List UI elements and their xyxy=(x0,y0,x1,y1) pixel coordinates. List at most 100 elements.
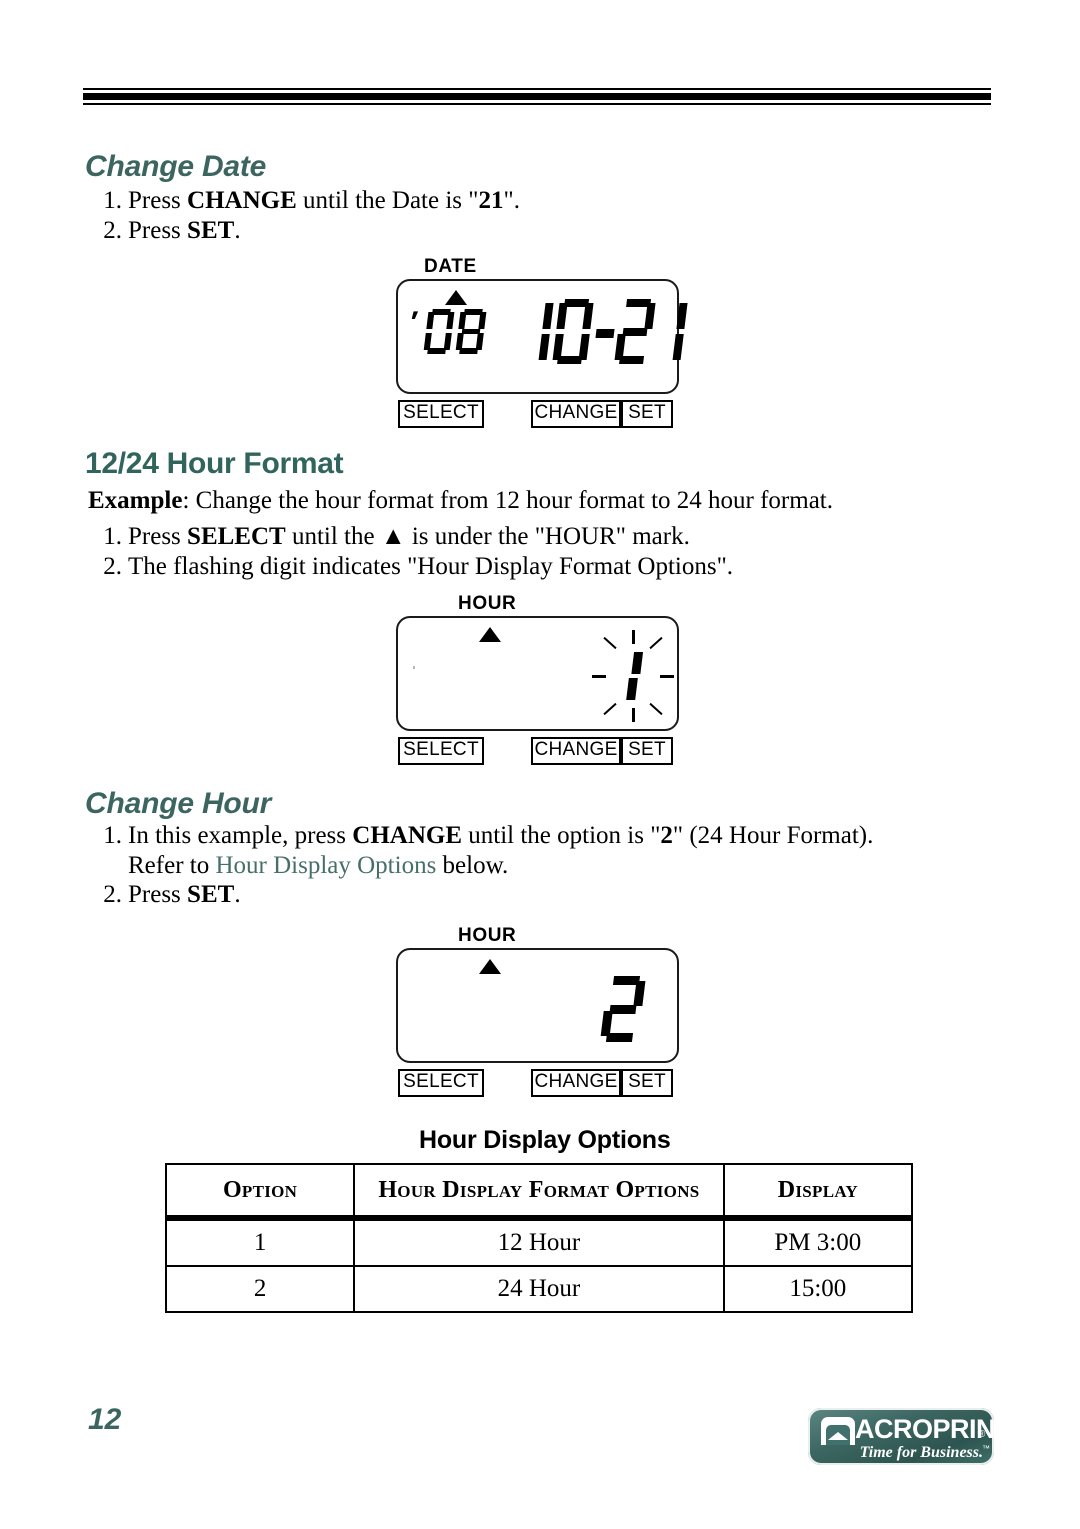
step-hour-format-2: The flashing digit indicates "Hour Displ… xyxy=(128,553,733,581)
step-change-hour-2: Press SET. xyxy=(128,881,241,909)
button-set[interactable]: SET xyxy=(621,400,673,428)
table-cell-option: 2 xyxy=(164,1265,356,1313)
step-text: ". xyxy=(503,187,520,214)
lcd-pointer-triangle xyxy=(445,290,467,305)
hour-display-options-table: Option Hour Display Format Options Displ… xyxy=(164,1163,914,1313)
button-set[interactable]: SET xyxy=(621,737,673,765)
step-change-hour-xref: Refer to Hour Display Options below. xyxy=(128,852,508,880)
heading-hour-format: 12/24 Hour Format xyxy=(85,447,344,480)
step-keyword-change: CHANGE xyxy=(352,822,462,849)
flash-ray-s xyxy=(632,708,635,722)
step-change-date-1: Press CHANGE until the Date is "21". xyxy=(128,187,520,215)
flash-ray-sw xyxy=(603,702,617,716)
table-cell-format: 24 Hour xyxy=(353,1265,725,1313)
table-cell-display: 15:00 xyxy=(722,1265,914,1313)
step-keyword-change: CHANGE xyxy=(187,187,297,214)
logo-mark-icon xyxy=(821,1417,855,1445)
lcd-apostrophe: ′ xyxy=(408,306,420,339)
step-text: Press xyxy=(128,187,188,214)
table-header-display: Display xyxy=(722,1163,914,1221)
button-select[interactable]: SELECT xyxy=(398,737,484,765)
step-text: . xyxy=(234,217,241,244)
step-number: 2. xyxy=(103,217,122,244)
step-value-2: 2 xyxy=(660,822,673,849)
step-change-hour-1: In this example, press CHANGE until the … xyxy=(128,822,873,850)
logo-registered-icon: ® xyxy=(978,1429,986,1440)
lcd-date-digit-0 xyxy=(552,299,594,365)
step-number: 1. xyxy=(103,187,122,214)
lcd-screen-hour-set xyxy=(396,948,679,1063)
header-rule-group xyxy=(83,88,991,105)
example-label: Example xyxy=(88,487,183,514)
step-text: The flashing digit indicates "Hour Displ… xyxy=(128,553,734,580)
table-cell-format: 12 Hour xyxy=(353,1217,725,1267)
paragraph-example: Example: Change the hour format from 12 … xyxy=(88,487,833,515)
table-row: 2 24 Hour 15:00 xyxy=(164,1265,914,1313)
button-select[interactable]: SELECT xyxy=(398,400,484,428)
lcd-small-marker xyxy=(413,666,415,669)
lcd-screen-date: ′ xyxy=(396,279,688,394)
lcd-date-digit-1a xyxy=(512,299,554,365)
step-text: Press xyxy=(128,523,188,550)
lcd-date-separator xyxy=(595,329,615,338)
flash-ray-ne xyxy=(649,636,663,650)
step-change-date-2: Press SET. xyxy=(128,217,241,245)
flash-ray-nw xyxy=(603,636,617,650)
step-text: " (24 Hour Format). xyxy=(672,822,874,849)
xref-hour-display-options[interactable]: Hour Display Options xyxy=(215,852,436,879)
header-rule-middle xyxy=(83,93,991,100)
step-number: 2. xyxy=(103,881,122,908)
example-text: : Change the hour format from 12 hour fo… xyxy=(182,487,833,514)
step-keyword-set: SET xyxy=(187,881,235,908)
step-text: Refer to xyxy=(128,852,216,879)
step-text: until the Date is " xyxy=(296,187,479,214)
flash-ray-se xyxy=(649,702,663,716)
table-header-option: Option xyxy=(164,1163,356,1221)
flash-ray-e xyxy=(660,675,674,678)
table-cell-display: PM 3:00 xyxy=(722,1217,914,1267)
acroprint-logo: ACROPRINT ® Time for Business. ™ xyxy=(808,1408,994,1465)
step-text: below. xyxy=(436,852,509,879)
button-change[interactable]: CHANGE xyxy=(531,737,621,765)
flash-ray-w xyxy=(592,675,606,678)
logo-trademark-icon: ™ xyxy=(982,1444,990,1453)
table-header-row: Option Hour Display Format Options Displ… xyxy=(164,1163,914,1221)
lcd-flashing-digit-group xyxy=(590,630,676,722)
lcd-year-digit-0 xyxy=(423,309,455,354)
step-text: . xyxy=(234,881,241,908)
lcd-hour-digit-2 xyxy=(600,976,646,1042)
table-row: 1 12 Hour PM 3:00 xyxy=(164,1217,914,1267)
heading-change-hour: Change Hour xyxy=(85,787,272,820)
lcd-mark-label-hour: HOUR xyxy=(458,593,517,618)
header-rule-bottom xyxy=(83,103,991,105)
lcd-date-digit-1b xyxy=(646,299,688,365)
table-header-format: Hour Display Format Options xyxy=(353,1163,725,1221)
logo-mark-peak-icon xyxy=(828,1432,848,1440)
lcd-pointer-triangle xyxy=(479,627,501,642)
lcd-mark-label-hour: HOUR xyxy=(458,925,517,950)
logo-tagline: Time for Business. xyxy=(859,1444,983,1461)
step-hour-format-1: Press SELECT until the ▲ is under the "H… xyxy=(128,523,690,551)
logo-wordmark: ACROPRINT xyxy=(855,1414,994,1444)
step-text: Press xyxy=(128,217,188,244)
page-number: 12 xyxy=(88,1403,122,1436)
table-title: Hour Display Options xyxy=(419,1126,671,1154)
step-value-21: 21 xyxy=(478,187,504,214)
flash-ray-n xyxy=(632,630,635,644)
step-text: until the option is " xyxy=(462,822,661,849)
lcd-screen-hour-flashing xyxy=(396,616,679,731)
step-text: In this example, press xyxy=(128,822,353,849)
button-change[interactable]: CHANGE xyxy=(531,1069,621,1097)
button-select[interactable]: SELECT xyxy=(398,1069,484,1097)
lcd-mark-label-date: DATE xyxy=(424,256,477,281)
step-keyword-set: SET xyxy=(187,217,235,244)
step-number: 2. xyxy=(103,553,122,580)
step-keyword-select: SELECT xyxy=(187,523,286,550)
button-change[interactable]: CHANGE xyxy=(531,400,621,428)
button-set[interactable]: SET xyxy=(621,1069,673,1097)
step-text: Press xyxy=(128,881,188,908)
lcd-hour-digit-1 xyxy=(624,652,644,702)
lcd-year-digit-8 xyxy=(455,309,487,354)
step-text: until the ▲ is under the "HOUR" mark. xyxy=(285,523,690,550)
lcd-pointer-triangle xyxy=(479,959,501,974)
